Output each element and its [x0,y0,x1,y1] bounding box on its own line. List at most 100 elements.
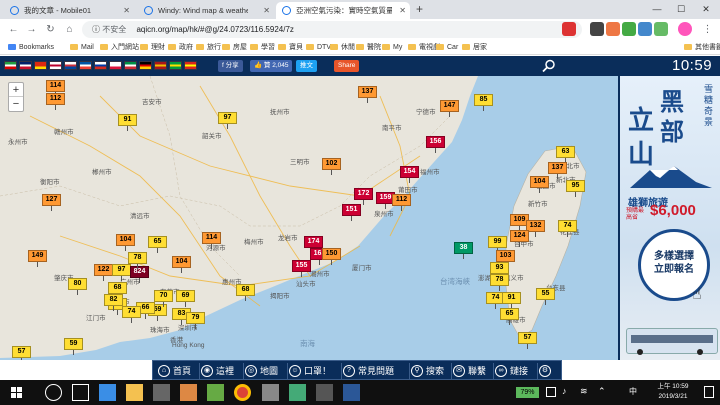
korea-flag[interactable] [64,61,77,70]
tray-icon[interactable]: ⌃ [598,386,606,397]
zoom-in-button[interactable]: + [9,83,23,97]
close-tab-icon[interactable]: ✕ [123,2,130,19]
bookmark-item[interactable]: 房屋 [222,40,247,54]
task-view-icon[interactable] [72,384,89,401]
back-button[interactable]: ← [6,22,21,37]
wifi-icon[interactable]: ≋ [580,386,588,397]
aqi-marker[interactable]: 112 [46,93,65,110]
windows-start-icon[interactable] [0,380,34,405]
aqi-marker[interactable]: 65 [148,236,167,253]
nav-link[interactable]: ∞ 鏈接 [493,363,528,379]
aqi-marker[interactable]: 104 [530,176,549,193]
aqi-marker[interactable]: 69 [176,290,195,307]
spain-flag[interactable] [154,61,167,70]
maximize-button[interactable]: ☐ [670,0,692,19]
bookmark-item[interactable]: 醫院 [356,40,381,54]
aqi-marker[interactable]: 149 [28,250,47,267]
battery-indicator[interactable]: 79% [516,387,539,398]
aqi-marker[interactable]: 68 [236,284,255,301]
forward-button[interactable]: → [24,22,39,37]
aqi-marker[interactable]: 127 [42,194,61,211]
aqi-marker[interactable]: 91 [118,114,137,131]
bookmark-item[interactable]: 理財 [140,40,165,54]
bookmark-item[interactable]: 政府 [168,40,193,54]
reload-button[interactable]: ↻ [43,22,58,37]
aqi-marker[interactable]: 114 [202,232,221,249]
address-bar[interactable]: ⓘ 不安全 aqicn.org/map/hk/#@g/24.0723/116.5… [82,21,582,38]
brazil-flag[interactable] [169,61,182,70]
facebook-share-button[interactable]: f 分享 [218,60,243,72]
vietnam-flag[interactable] [184,61,197,70]
nav-mask[interactable]: ☺ 口罩！ [287,363,331,379]
file-explorer-icon[interactable] [126,384,143,401]
china-flag[interactable] [34,61,47,70]
ime-indicator[interactable]: 中 [629,386,637,397]
aqi-marker[interactable]: 38 [454,242,473,259]
close-window-button[interactable]: ✕ [695,0,717,19]
aqi-marker[interactable]: 124 [510,230,529,247]
aqi-marker[interactable]: 78 [490,274,509,291]
bookmark-item[interactable]: 其他書籤 [684,40,720,54]
aqi-marker[interactable]: 97 [112,264,131,281]
nav-globe[interactable]: ◎ 地圖 [243,363,278,379]
info-icon[interactable]: ⓘ [92,25,100,34]
aqi-marker[interactable]: 151 [342,204,361,221]
aqi-marker[interactable]: 174 [304,236,323,253]
bookmark-item[interactable]: Mail [70,40,94,54]
tab-mobile01[interactable]: 我的文章 - Mobile01 ✕ [4,2,134,19]
aqi-marker[interactable]: 147 [440,100,459,117]
app-icon[interactable] [180,384,197,401]
russia-flag[interactable] [94,61,107,70]
extension-icon[interactable] [654,22,668,36]
facebook-like-button[interactable]: 👍 贊 2,045 [250,60,293,72]
bookmark-item[interactable]: DTV [306,40,331,54]
nav-pin[interactable]: ◉ 這裡 [199,363,234,379]
aqi-marker[interactable]: 104 [172,256,191,273]
poland-flag[interactable] [109,61,122,70]
aqi-marker[interactable]: 80 [68,278,87,295]
profile-avatar[interactable] [678,22,692,36]
uk-flag[interactable] [19,61,32,70]
bookmark-item[interactable]: 居家 [462,40,487,54]
aqi-marker[interactable]: 70 [154,290,173,307]
bookmark-item[interactable]: My [382,40,402,54]
aqi-marker[interactable]: 824 [130,266,149,283]
aqi-marker[interactable]: 68 [108,282,127,299]
extension-icon[interactable] [562,22,576,36]
nav-settings[interactable]: ⚙ [537,363,554,379]
aqi-marker[interactable]: 95 [566,180,585,197]
aqi-marker[interactable]: 104 [116,234,135,251]
extension-icon[interactable] [638,22,652,36]
aqi-marker[interactable]: 78 [128,252,147,269]
system-clock[interactable]: 上午 10:59 2019/3/21 [648,382,698,402]
travel-ad-banner[interactable]: 立 黑 山 部 雪糖奇景 雄獅旅遊 預購最高省 $6,000 多樣選擇 立即報名… [618,76,720,360]
close-tab-icon[interactable]: ✕ [399,2,406,19]
aqi-marker[interactable]: 103 [496,250,515,267]
bookmark-item[interactable]: 寶貝 [278,40,303,54]
iran-flag[interactable] [4,61,17,70]
extension-icon[interactable] [590,22,604,36]
aqi-marker[interactable]: 63 [556,146,575,163]
new-tab-button[interactable]: + [412,2,427,17]
bookmark-item[interactable]: 學習 [250,40,275,54]
bookmark-item[interactable]: Bookmarks [8,40,54,54]
extension-icon[interactable] [622,22,636,36]
aqi-marker[interactable]: 114 [46,80,65,97]
aqi-marker[interactable]: 74 [558,220,577,237]
aqi-marker[interactable]: 82 [104,294,123,311]
edge-icon[interactable] [99,384,116,401]
nav-home[interactable]: ⌂ 首頁 [157,363,191,379]
aqi-marker[interactable]: 154 [400,166,419,183]
aqi-marker[interactable]: 57 [518,332,537,349]
aqi-marker[interactable]: 65 [500,308,519,325]
aqi-marker[interactable]: 150 [322,248,341,265]
aqi-marker[interactable]: 91 [502,292,521,309]
italy-flag[interactable] [124,61,137,70]
aqi-marker[interactable]: 97 [218,112,237,129]
close-tab-icon[interactable]: ✕ [263,2,270,19]
app-icon[interactable] [262,384,279,401]
url-text[interactable]: aqicn.org/map/hk/#@g/24.0723/116.5924/7z [136,25,293,34]
store-icon[interactable] [153,384,170,401]
bookmark-item[interactable]: 旅行 [196,40,221,54]
aqi-marker[interactable]: 57 [12,346,31,360]
